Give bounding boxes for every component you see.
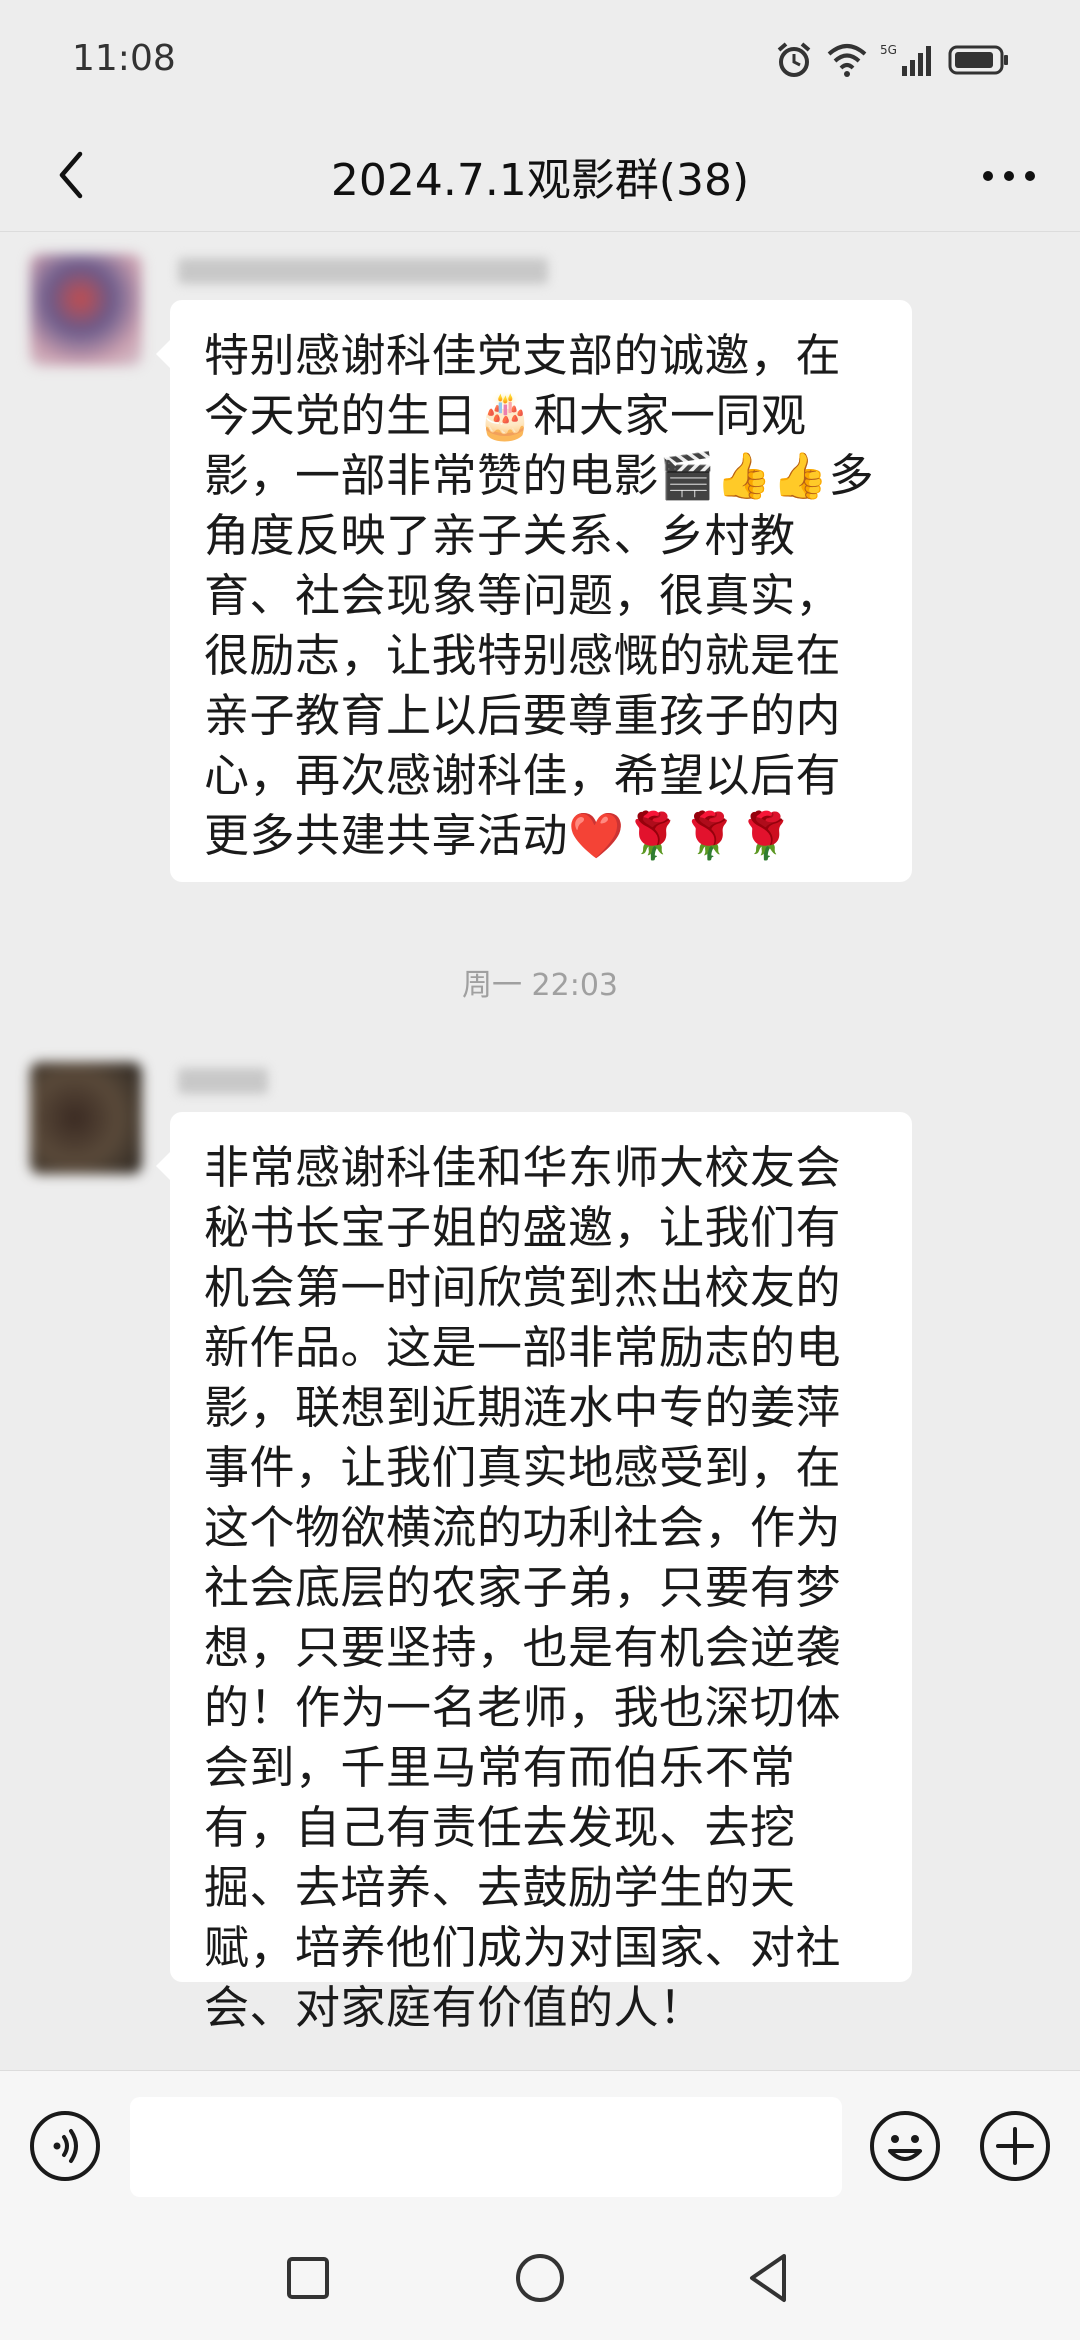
message-bubble[interactable]: 特别感谢科佳党支部的诚邀，在今天党的生日🎂和大家一同观影，一部非常赞的电影🎬👍👍…: [156, 300, 912, 882]
recents-button[interactable]: [274, 2246, 342, 2314]
plus-icon: [978, 2111, 1052, 2187]
avatar[interactable]: [30, 254, 142, 366]
chat-message-list[interactable]: 特别感谢科佳党支部的诚邀，在今天党的生日🎂和大家一同观影，一部非常赞的电影🎬👍👍…: [0, 232, 1080, 2070]
more-dots-icon: [981, 168, 1037, 187]
chat-title: 2024.7.1观影群(38): [330, 155, 750, 206]
more-button[interactable]: [974, 142, 1044, 212]
circle-icon: [512, 2250, 568, 2310]
system-navigation-bar: [0, 2220, 1080, 2340]
avatar[interactable]: [30, 1062, 142, 1174]
status-icons: 5G: [774, 38, 1010, 82]
sender-name-blurred: [178, 258, 558, 294]
chat-header: 2024.7.1观影群(38): [0, 120, 1080, 232]
sender-name-blurred: [178, 1068, 558, 1104]
back-nav-button[interactable]: [736, 2246, 804, 2314]
alarm-icon: [774, 40, 814, 80]
battery-icon: [948, 43, 1010, 77]
wifi-icon: [826, 42, 868, 78]
plus-button[interactable]: [978, 2109, 1052, 2183]
home-button[interactable]: [506, 2246, 574, 2314]
svg-text:5G: 5G: [880, 43, 897, 57]
emoji-icon: [868, 2111, 942, 2187]
status-bar: 11:08 5G: [0, 0, 1080, 120]
message-timestamp: 周一 22:03: [462, 968, 618, 1003]
status-time: 11:08: [72, 38, 176, 79]
cellular-signal-icon: 5G: [880, 42, 936, 78]
input-bar: [0, 2070, 1080, 2220]
message-input[interactable]: [130, 2097, 842, 2197]
square-icon: [283, 2253, 333, 2307]
emoji-button[interactable]: [868, 2109, 942, 2183]
voice-icon: [28, 2111, 102, 2187]
message-bubble[interactable]: 非常感谢科佳和华东师大校友会秘书长宝子姐的盛邀，让我们有机会第一时间欣赏到杰出校…: [156, 1112, 912, 2034]
voice-button[interactable]: [28, 2109, 102, 2183]
triangle-back-icon: [742, 2250, 798, 2310]
